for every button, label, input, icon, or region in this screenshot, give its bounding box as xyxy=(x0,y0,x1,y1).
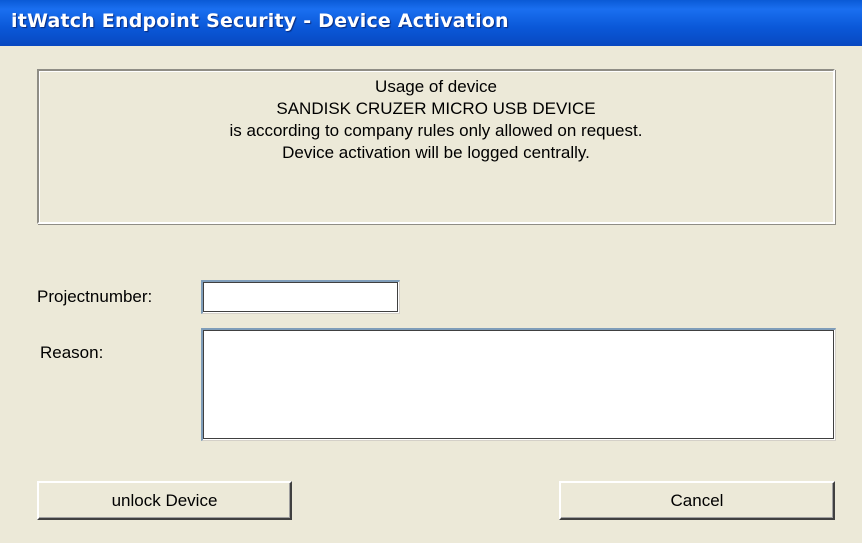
projectnumber-input[interactable] xyxy=(201,280,400,314)
message-line-rules: is according to company rules only allow… xyxy=(229,121,643,140)
message-line-logging: Device activation will be logged central… xyxy=(282,143,590,162)
projectnumber-label: Projectnumber: xyxy=(37,287,153,306)
dialog-window: itWatch Endpoint Security - Device Activ… xyxy=(0,0,862,543)
message-panel: Usage of device SANDISK CRUZER MICRO USB… xyxy=(37,69,835,224)
title-bar[interactable]: itWatch Endpoint Security - Device Activ… xyxy=(0,0,862,46)
message-line-device-name: SANDISK CRUZER MICRO USB DEVICE xyxy=(276,99,596,118)
cancel-button[interactable]: Cancel xyxy=(559,481,835,520)
reason-textarea[interactable] xyxy=(201,328,836,441)
reason-label: Reason: xyxy=(40,343,104,362)
window-title: itWatch Endpoint Security - Device Activ… xyxy=(11,10,509,32)
unlock-device-button-label: unlock Device xyxy=(111,490,218,510)
message-text: Usage of device SANDISK CRUZER MICRO USB… xyxy=(39,76,833,164)
message-line-usage: Usage of device xyxy=(375,77,497,96)
cancel-button-label: Cancel xyxy=(670,490,724,510)
unlock-device-button[interactable]: unlock Device xyxy=(37,481,292,520)
